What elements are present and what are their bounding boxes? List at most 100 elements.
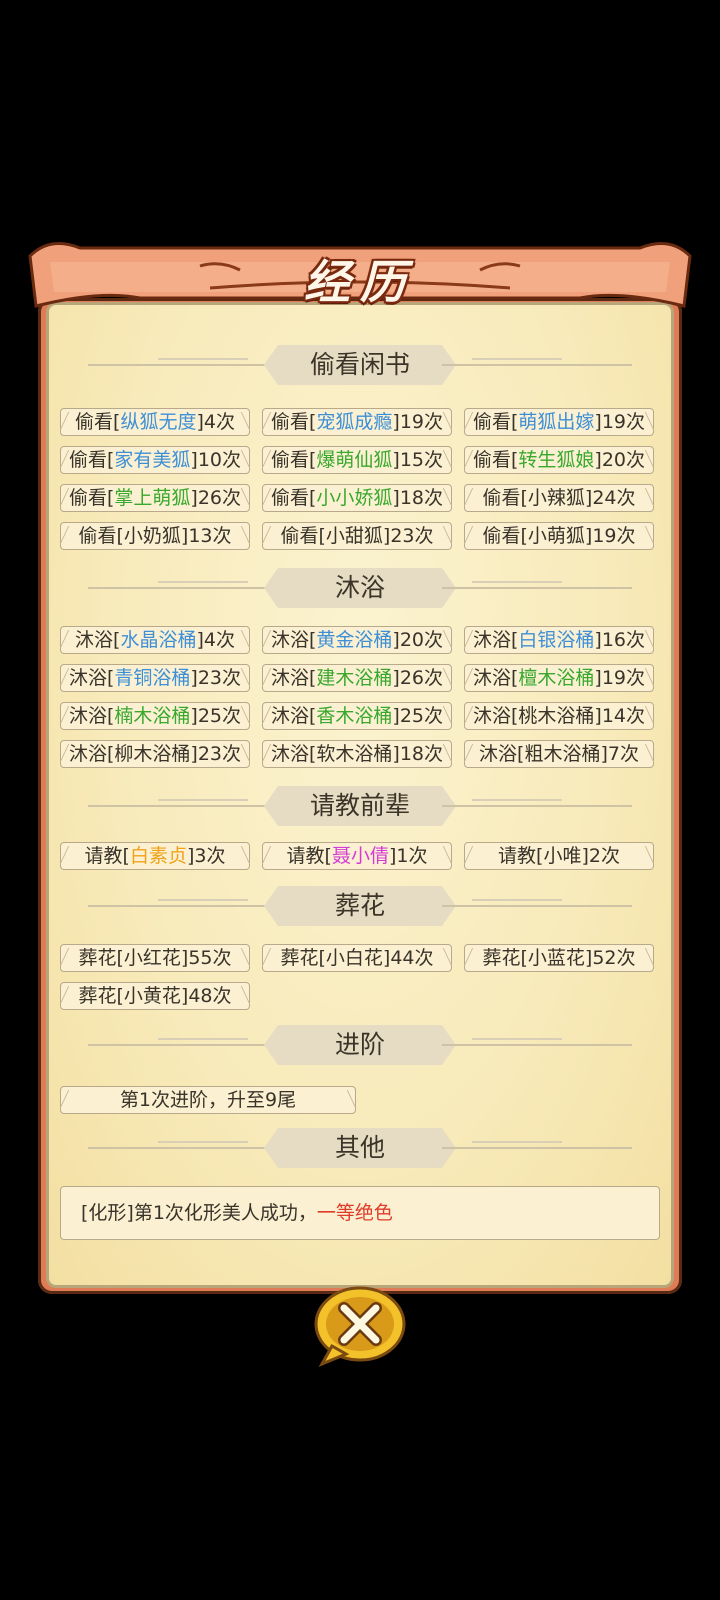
item-name: 檀木浴桶 [518,667,595,689]
item-prefix: 请教[ [286,845,332,867]
item-count: ]3次 [186,845,226,867]
consult-item: 请教[聂小倩]1次 [262,842,452,870]
item-count: ]26次 [190,487,242,509]
section-title: 请教前辈 [264,786,456,826]
item-prefix: 葬花[ [482,947,528,969]
item-name: 黄金浴桶 [316,629,393,651]
item-name: 小奶狐 [123,525,181,547]
item-name: 香木浴桶 [316,705,393,727]
item-count: ]4次 [196,411,235,433]
peek-item: 偷看[掌上萌狐]26次 [60,484,250,512]
item-prefix: 偷看[ [270,449,317,471]
item-count: ]26次 [392,667,444,689]
item-name: 宠狐成瘾 [316,411,393,433]
bath-item: 沐浴[软木浴桶]18次 [262,740,452,768]
item-name: 粗木浴桶 [524,743,601,765]
bath-item: 沐浴[香木浴桶]25次 [262,702,452,730]
item-count: ]19次 [594,411,646,433]
item-prefix: 偷看[ [280,525,326,547]
item-count: ]20次 [392,629,444,651]
consult-item: 请教[白素贞]3次 [60,842,250,870]
item-prefix: 偷看[ [270,411,317,433]
item-count: ]23次 [382,525,434,547]
item-name: 转生狐娘 [518,449,595,471]
item-count: ]13次 [180,525,232,547]
item-prefix: 请教[ [498,845,544,867]
item-name: 建木浴桶 [316,667,393,689]
bath-item: 沐浴[白银浴桶]16次 [464,626,654,654]
item-count: ]2次 [581,845,620,867]
item-prefix: 沐浴[ [270,667,317,689]
bath-item: 沐浴[楠木浴桶]25次 [60,702,250,730]
peek-item: 偷看[转生狐娘]20次 [464,446,654,474]
item-name: 萌狐出嫁 [518,411,595,433]
item-count: ]15次 [392,449,444,471]
item-name: 聂小倩 [331,845,389,867]
item-name: 桃木浴桶 [518,705,595,727]
item-prefix: 沐浴[ [68,743,115,765]
other-item-text: [化形]第1次化形美人成功， [81,1202,317,1224]
consult-item: 请教[小唯]2次 [464,842,654,870]
bath-item: 沐浴[桃木浴桶]14次 [464,702,654,730]
item-name: 小白花 [325,947,383,969]
item-name: 小甜狐 [325,525,383,547]
item-prefix: 沐浴[ [68,705,115,727]
bath-item: 沐浴[黄金浴桶]20次 [262,626,452,654]
section-title: 其他 [264,1128,456,1168]
item-count: ]18次 [392,743,444,765]
item-name: 爆萌仙狐 [316,449,393,471]
other-item-highlight: 一等绝色 [316,1202,393,1224]
item-prefix: 偷看[ [68,449,115,471]
item-count: ]24次 [584,487,636,509]
section-title: 沐浴 [264,568,456,608]
advance-item: 第1次进阶，升至9尾 [60,1086,356,1114]
item-count: ]52次 [584,947,636,969]
item-prefix: 偷看[ [472,411,519,433]
flowers-item: 葬花[小白花]44次 [262,944,452,972]
item-prefix: 偷看[ [482,487,528,509]
item-count: ]1次 [388,845,428,867]
item-prefix: 请教[ [84,845,130,867]
item-prefix: 沐浴[ [472,667,519,689]
peek-item: 偷看[小小娇狐]18次 [262,484,452,512]
bath-item: 沐浴[建木浴桶]26次 [262,664,452,692]
flowers-item: 葬花[小黄花]48次 [60,982,250,1010]
item-prefix: 偷看[ [482,525,528,547]
peek-item: 偷看[小奶狐]13次 [60,522,250,550]
item-count: ]10次 [190,449,242,471]
item-prefix: 葬花[ [78,985,124,1007]
item-prefix: 沐浴[ [472,705,519,727]
item-count: ]23次 [190,667,242,689]
bath-item: 沐浴[檀木浴桶]19次 [464,664,654,692]
item-prefix: 葬花[ [78,947,124,969]
peek-item: 偷看[小萌狐]19次 [464,522,654,550]
item-count: ]48次 [180,985,232,1007]
item-name: 掌上萌狐 [114,487,191,509]
item-name: 青铜浴桶 [114,667,191,689]
item-name: 纵狐无度 [120,411,197,433]
item-count: ]25次 [190,705,242,727]
item-name: 小黄花 [123,985,181,1007]
peek-item: 偷看[纵狐无度]4次 [60,408,250,436]
item-name: 白素贞 [129,845,187,867]
close-button[interactable] [312,1284,408,1368]
bath-item: 沐浴[柳木浴桶]23次 [60,740,250,768]
item-name: 家有美狐 [114,449,191,471]
flowers-item: 葬花[小红花]55次 [60,944,250,972]
item-prefix: 沐浴[ [75,629,121,651]
page-title: 经历 [304,255,416,309]
item-count: ]18次 [392,487,444,509]
item-prefix: 偷看[ [68,487,115,509]
item-prefix: 葬花[ [280,947,326,969]
item-count: ]44次 [382,947,434,969]
item-count: ]55次 [180,947,232,969]
section-header-flowers: 葬花 [58,886,662,926]
item-prefix: 偷看[ [75,411,121,433]
section-header-bath: 沐浴 [58,568,662,608]
bath-item: 沐浴[粗木浴桶]7次 [464,740,654,768]
item-name: 楠木浴桶 [114,705,191,727]
item-name: 小萌狐 [527,525,585,547]
item-count: ]19次 [594,667,646,689]
section-header-advance: 进阶 [58,1025,662,1065]
peek-item: 偷看[宠狐成瘾]19次 [262,408,452,436]
